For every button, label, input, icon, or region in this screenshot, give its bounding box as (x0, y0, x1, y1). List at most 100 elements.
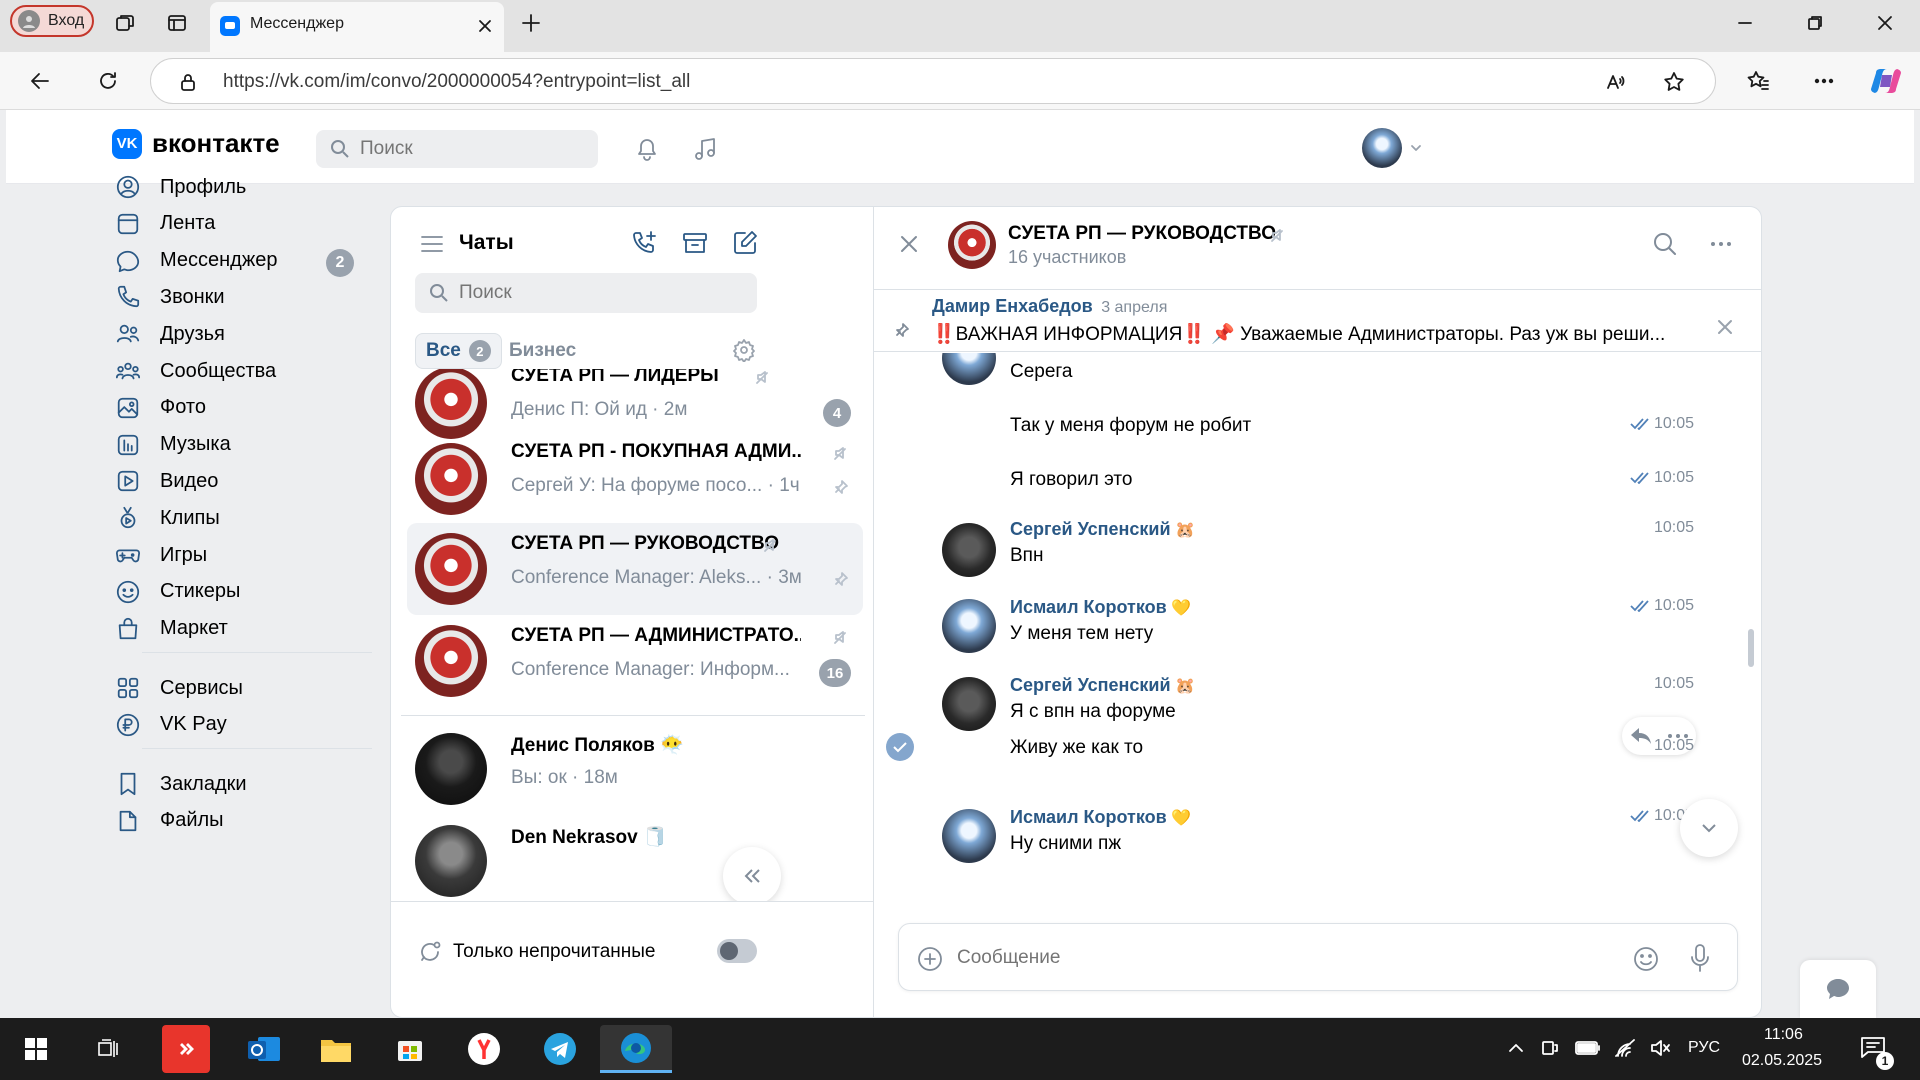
vk-logo[interactable]: VK вконтакте (112, 128, 280, 159)
floating-chat-button[interactable] (1800, 960, 1876, 1018)
close-conversation-icon[interactable] (894, 229, 924, 259)
profile-button[interactable]: Вход (10, 5, 94, 37)
conversation-avatar[interactable] (948, 221, 996, 269)
sidebar-item-photo[interactable]: Фото (114, 388, 354, 428)
chevron-down-icon[interactable] (1408, 140, 1424, 156)
tray-device-icon[interactable] (1538, 1036, 1562, 1060)
ms-store-icon[interactable] (386, 1025, 434, 1073)
volume-muted-icon[interactable] (1648, 1036, 1674, 1060)
attach-plus-icon[interactable] (915, 944, 945, 974)
settings-gear-icon[interactable] (729, 335, 759, 365)
sidebar-item-bookmarks[interactable]: Закладки (114, 764, 354, 804)
new-tab-icon[interactable] (516, 8, 546, 38)
message-avatar[interactable] (942, 809, 996, 863)
sidebar-item-services[interactable]: Сервисы (114, 668, 354, 708)
lock-icon[interactable] (177, 71, 199, 93)
tab-all[interactable]: Все 2 (415, 333, 502, 369)
message-avatar[interactable] (942, 353, 996, 385)
clock-date[interactable]: 02.05.2025 (1742, 1052, 1822, 1070)
header-search-input[interactable] (360, 138, 580, 160)
menu-hamburger-icon[interactable] (415, 227, 449, 261)
user-avatar[interactable] (1362, 128, 1402, 168)
tab-actions-icon[interactable] (162, 8, 192, 38)
message-avatar[interactable] (942, 523, 996, 577)
music-note-icon[interactable] (688, 132, 722, 166)
minimize-icon[interactable] (1730, 8, 1760, 38)
microphone-icon[interactable] (1685, 942, 1715, 974)
more-menu-icon[interactable] (1808, 65, 1840, 97)
battery-icon[interactable] (1574, 1036, 1602, 1060)
sidebar-item-friends[interactable]: Друзья (114, 314, 354, 354)
read-aloud-icon[interactable] (1603, 69, 1629, 95)
chat-search[interactable] (415, 273, 757, 313)
collapse-list-button[interactable] (723, 847, 781, 901)
reply-icon[interactable] (1630, 727, 1652, 745)
sidebar-item-market[interactable]: Маркет (114, 609, 354, 649)
pinned-message[interactable]: Дамир Енхабедов 3 апреля ‼️ВАЖНАЯ ИНФОРМ… (874, 290, 1762, 352)
message-author[interactable]: Сергей Успенский (1010, 675, 1171, 695)
address-bar[interactable]: https://vk.com/im/convo/2000000054?entry… (150, 58, 1716, 104)
message-input[interactable] (957, 942, 1517, 974)
wifi-icon[interactable] (1612, 1036, 1638, 1060)
sidebar-item-phone[interactable]: Звонки (114, 277, 354, 317)
close-pinned-icon[interactable] (1714, 316, 1736, 338)
more-options-icon[interactable] (1704, 227, 1738, 261)
telegram-app-icon[interactable] (536, 1025, 584, 1073)
compose-icon[interactable] (727, 225, 763, 261)
yandex-browser-icon[interactable] (460, 1025, 508, 1073)
sidebar-item-games[interactable]: Игры (114, 535, 354, 575)
close-window-icon[interactable] (1870, 8, 1900, 38)
copilot-icon[interactable] (1870, 65, 1902, 97)
message-author[interactable]: Исмаил Коротков (1010, 597, 1167, 617)
sidebar-item-music[interactable]: Музыка (114, 425, 354, 465)
close-tab-icon[interactable] (474, 15, 496, 37)
sidebar-item-video[interactable]: Видео (114, 461, 354, 501)
sidebar-item-stickers[interactable]: Стикеры (114, 572, 354, 612)
unread-only-toggle[interactable] (717, 939, 757, 963)
anydesk-app-icon[interactable] (162, 1025, 210, 1073)
sidebar-item-files[interactable]: Файлы (114, 801, 354, 841)
tab-business[interactable]: Бизнес (509, 340, 576, 362)
language-indicator[interactable]: РУС (1688, 1039, 1720, 1057)
file-explorer-icon[interactable] (312, 1025, 360, 1073)
message-select-checkbox[interactable] (886, 733, 914, 761)
chat-row[interactable]: СУЕТА РП — АДМИНИСТРАТО... Conference Ma… (407, 615, 863, 707)
clock-time[interactable]: 11:06 (1764, 1026, 1803, 1044)
workspaces-icon[interactable] (110, 8, 140, 38)
edge-browser-icon[interactable] (600, 1025, 672, 1073)
refresh-icon[interactable] (92, 65, 124, 97)
header-search[interactable] (316, 130, 598, 168)
chat-row[interactable]: Den Nekrasov 🧻 (407, 815, 863, 901)
message-author[interactable]: Исмаил Коротков (1010, 807, 1167, 827)
message-author[interactable]: Сергей Успенский (1010, 519, 1171, 539)
sidebar-item-vkpay[interactable]: VK Pay (114, 705, 354, 745)
sidebar-item-messenger[interactable]: Мессенджер 2 (114, 241, 354, 281)
active-tab[interactable]: Мессенджер (210, 2, 504, 52)
archive-icon[interactable] (677, 225, 713, 261)
favorites-icon[interactable] (1742, 65, 1774, 97)
task-view-icon[interactable] (84, 1025, 132, 1073)
chat-row-active[interactable]: СУЕТА РП — РУКОВОДСТВО Conference Manage… (407, 523, 863, 615)
tray-chevron-up-icon[interactable] (1504, 1036, 1528, 1060)
message-avatar[interactable] (942, 677, 996, 731)
notifications-bell-icon[interactable] (630, 132, 664, 166)
search-icon[interactable] (1648, 227, 1682, 261)
sidebar-item-communities[interactable]: Сообщества (114, 351, 354, 391)
start-windows-icon[interactable] (12, 1025, 60, 1073)
outlook-app-icon[interactable] (240, 1025, 288, 1073)
emoji-smile-icon[interactable] (1631, 944, 1661, 974)
sidebar-item-feed[interactable]: Лента (114, 204, 354, 244)
message-avatar[interactable] (942, 599, 996, 653)
chat-row[interactable]: СУЕТА РП - ПОКУПНАЯ АДМИ... Сергей У: На… (407, 431, 863, 523)
chat-row[interactable]: Денис Поляков 😶‍🌫️ Вы: ок · 18м (407, 723, 863, 815)
scroll-down-button[interactable] (1680, 799, 1738, 857)
new-call-icon[interactable] (627, 225, 663, 261)
sidebar-item-profile[interactable]: Профиль (114, 167, 354, 207)
sidebar-item-clips[interactable]: Клипы (114, 498, 354, 538)
conversation-title[interactable]: СУЕТА РП — РУКОВОДСТВО (1008, 223, 1276, 245)
back-icon[interactable] (24, 65, 56, 97)
message-scrollbar[interactable] (1748, 629, 1754, 667)
restore-icon[interactable] (1800, 8, 1830, 38)
chat-search-input[interactable] (459, 282, 739, 304)
favorite-star-icon[interactable] (1661, 69, 1687, 95)
